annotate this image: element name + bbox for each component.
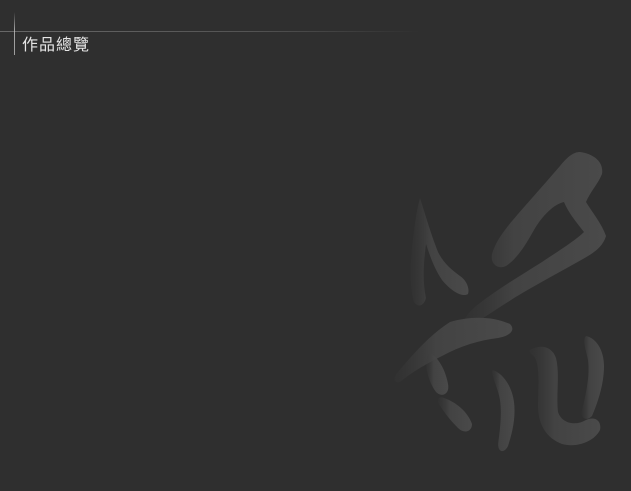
header-horizontal-rule: [0, 31, 420, 32]
calligraphy-watermark-icon: [380, 140, 631, 491]
header-vertical-rule: [14, 12, 15, 55]
page-canvas: 作品總覽: [0, 0, 631, 491]
page-title: 作品總覽: [22, 35, 91, 54]
